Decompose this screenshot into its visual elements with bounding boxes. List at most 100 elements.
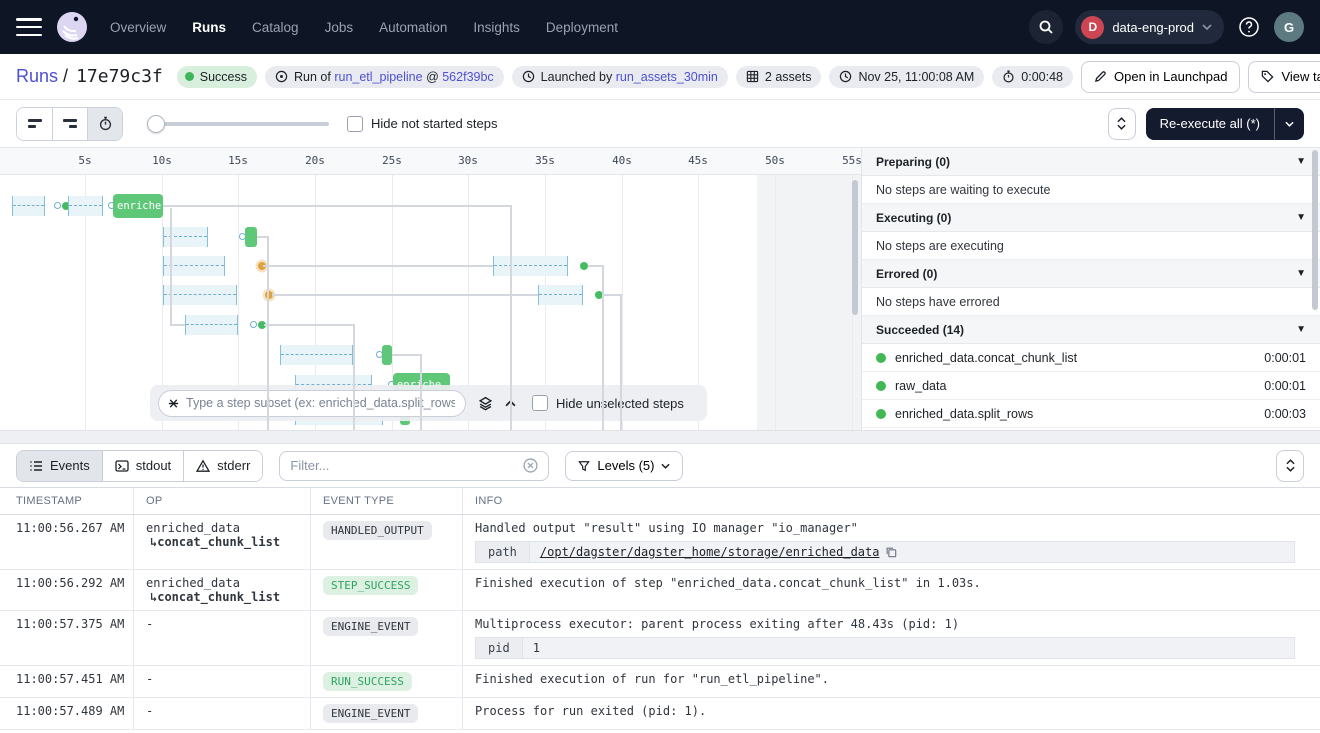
gantt-chart[interactable]: 5s10s15s20s25s30s35s40s45s50s55s enriche… <box>0 148 861 430</box>
step-list-item[interactable]: enriched_data.concat_chunk_list0:00:01 <box>862 344 1320 372</box>
step-success-bar[interactable]: enriche. <box>113 194 163 218</box>
copy-icon[interactable] <box>885 546 897 558</box>
step-list-item[interactable]: raw_data0:00:01 <box>862 372 1320 400</box>
tag-link[interactable]: run_etl_pipeline <box>334 70 422 84</box>
nav-item-jobs[interactable]: Jobs <box>325 20 354 35</box>
section-title: Executing (0) <box>876 211 951 225</box>
dependency-line <box>602 294 620 296</box>
hide-unselected-checkbox[interactable]: Hide unselected steps <box>532 395 684 411</box>
step-duration: 0:00:01 <box>1264 379 1306 393</box>
step-success-bar[interactable] <box>245 227 257 247</box>
timed-view-button[interactable] <box>87 108 122 140</box>
clock-icon <box>839 70 852 83</box>
log-filter-input[interactable] <box>290 458 515 473</box>
run-tag[interactable]: 2 assets <box>736 66 822 88</box>
hide-not-started-checkbox[interactable]: Hide not started steps <box>347 116 497 132</box>
nav-item-overview[interactable]: Overview <box>110 20 166 35</box>
step-waiting-box[interactable] <box>538 285 583 305</box>
reexecute-dropdown-caret[interactable] <box>1274 108 1304 140</box>
step-success-bar[interactable] <box>382 345 392 365</box>
expand-collapse-log-button[interactable] <box>1276 450 1304 482</box>
slider-knob[interactable] <box>147 115 165 133</box>
events-toolbar: Eventsstdoutstderr Levels (5) <box>0 444 1320 487</box>
step-waiting-box[interactable] <box>163 285 237 305</box>
step-list-item[interactable]: enriched_data.split_rows0:00:03 <box>862 400 1320 428</box>
flatten-right-view-button[interactable] <box>52 108 87 140</box>
event-metadata: pid1 <box>475 637 1295 659</box>
nav-item-insights[interactable]: Insights <box>473 20 520 35</box>
nav-item-catalog[interactable]: Catalog <box>252 20 299 35</box>
section-title: Succeeded (14) <box>876 323 964 337</box>
clear-filter-icon[interactable] <box>523 458 538 473</box>
event-log-rows: 11:00:56.267 AMenriched_data↳concat_chun… <box>0 515 1320 730</box>
step-start-marker <box>54 202 61 209</box>
event-log-row[interactable]: 11:00:57.489 AM-ENGINE_EVENTProcess for … <box>0 698 1320 730</box>
event-log-row[interactable]: 11:00:56.292 AMenriched_data↳concat_chun… <box>0 570 1320 611</box>
tag-link[interactable]: 562f39bc <box>442 70 493 84</box>
step-waiting-box[interactable] <box>12 196 45 216</box>
event-info: Handled output "result" using IO manager… <box>462 515 1320 569</box>
reexecute-all-button[interactable]: Re-execute all (*) <box>1146 108 1304 140</box>
dependency-line <box>353 324 355 430</box>
step-subset-input[interactable] <box>186 396 455 410</box>
open-in-launchpad-button[interactable]: Open in Launchpad <box>1081 61 1240 93</box>
tab-stderr[interactable]: stderr <box>183 451 262 481</box>
section-header[interactable]: Preparing (0)▼ <box>862 148 1320 176</box>
search-icon[interactable] <box>1029 10 1063 44</box>
menu-icon[interactable] <box>16 18 42 36</box>
axis-tick-label: 55s <box>842 154 861 167</box>
event-info: Finished execution of run for "run_etl_p… <box>462 666 1320 697</box>
nav-item-automation[interactable]: Automation <box>379 20 447 35</box>
section-header[interactable]: Errored (0)▼ <box>862 260 1320 288</box>
chevron-down-icon <box>1202 24 1212 30</box>
event-metadata: path/opt/dagster/dagster_home/storage/en… <box>475 541 1295 563</box>
event-log-row[interactable]: 11:00:57.451 AM-RUN_SUCCESSFinished exec… <box>0 666 1320 698</box>
run-tags: Run of run_etl_pipeline @ 562f39bc Launch… <box>265 66 1073 88</box>
run-tag[interactable]: Run of run_etl_pipeline @ 562f39bc <box>265 66 504 88</box>
tab-stdout[interactable]: stdout <box>102 451 183 481</box>
dependency-line <box>263 265 493 267</box>
checkbox-icon[interactable] <box>532 395 548 411</box>
section-header[interactable]: Succeeded (14)▼ <box>862 316 1320 344</box>
event-log-row[interactable]: 11:00:56.267 AMenriched_data↳concat_chun… <box>0 515 1320 570</box>
steps-status-panel: Preparing (0)▼No steps are waiting to ex… <box>861 148 1320 430</box>
tab-events[interactable]: Events <box>17 451 102 481</box>
terminal-icon <box>115 459 129 473</box>
workspace-switcher[interactable]: D data-eng-prod <box>1075 10 1224 44</box>
workspace-initial: D <box>1081 16 1104 39</box>
checkbox-icon[interactable] <box>347 116 363 132</box>
expand-collapse-panel-button[interactable] <box>1108 108 1136 140</box>
section-header[interactable]: Executing (0)▼ <box>862 204 1320 232</box>
step-list-item[interactable]: enriched_data.process_chunk [1]0:00:04 <box>862 428 1320 430</box>
status-badge: Success <box>177 66 257 88</box>
nav-item-runs[interactable]: Runs <box>192 20 226 35</box>
dagster-logo-icon[interactable] <box>56 11 88 43</box>
run-tag[interactable]: Launched by run_assets_30min <box>512 66 728 88</box>
gantt-scrollbar[interactable] <box>852 180 858 315</box>
levels-filter-button[interactable]: Levels (5) <box>565 451 683 481</box>
view-tags-config-button[interactable]: View tags and config <box>1248 61 1320 93</box>
event-op: - <box>133 698 310 729</box>
step-success-dot[interactable] <box>580 262 588 270</box>
run-tag[interactable]: Nov 25, 11:00:08 AM <box>829 66 984 88</box>
event-log-row[interactable]: 11:00:57.375 AM-ENGINE_EVENTMultiprocess… <box>0 611 1320 666</box>
panel-splitter-handle[interactable] <box>0 430 1320 444</box>
breadcrumb-runs-link[interactable]: Runs <box>16 66 58 86</box>
step-waiting-box[interactable] <box>163 256 225 276</box>
run-tag[interactable]: 0:00:48 <box>992 66 1073 88</box>
step-waiting-box[interactable] <box>185 315 238 335</box>
help-icon[interactable] <box>1236 14 1262 40</box>
metadata-path-link[interactable]: /opt/dagster/dagster_home/storage/enrich… <box>540 545 880 559</box>
step-waiting-box[interactable] <box>280 345 353 365</box>
steps-panel-scrollbar[interactable] <box>1312 150 1318 310</box>
step-waiting-box[interactable] <box>493 256 568 276</box>
layers-icon[interactable] <box>478 396 493 411</box>
tag-link[interactable]: run_assets_30min <box>616 70 718 84</box>
warning-icon <box>196 459 210 473</box>
gantt-zoom-slider[interactable] <box>149 122 329 126</box>
nav-item-deployment[interactable]: Deployment <box>546 20 618 35</box>
event-timestamp: 11:00:57.489 AM <box>0 698 133 729</box>
flatten-left-view-button[interactable] <box>17 108 52 140</box>
step-waiting-box[interactable] <box>68 196 103 216</box>
user-avatar[interactable]: G <box>1274 12 1304 42</box>
